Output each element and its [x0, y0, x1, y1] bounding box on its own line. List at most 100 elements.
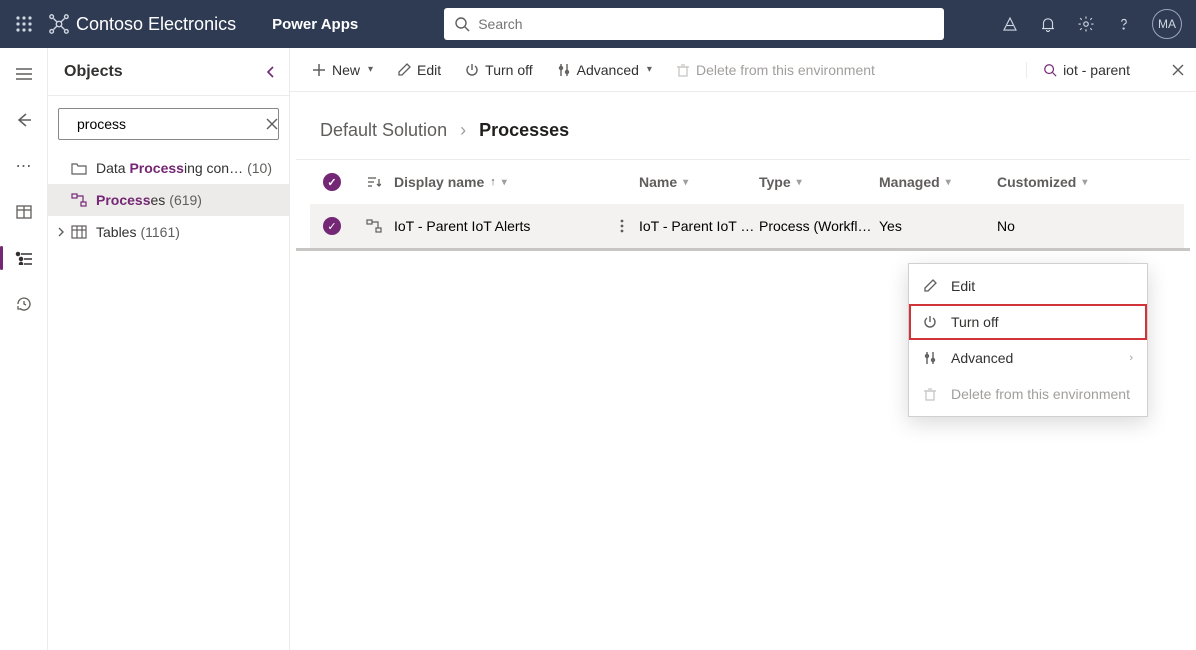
objects-tree: Data Processing con… (10) Processes (619…: [48, 152, 289, 248]
cmd-edit[interactable]: Edit: [387, 56, 451, 84]
search-icon: [1043, 63, 1057, 77]
tree-item-count: (1161): [140, 224, 179, 240]
column-name[interactable]: Name▾: [639, 174, 759, 190]
menu-edit-label: Edit: [951, 278, 975, 294]
tree-item-label: Tables: [96, 224, 136, 240]
table-header: ✓ Display name ↑ ▾ Name▾ Type▾ Managed▾: [310, 160, 1184, 204]
tree-item-data-processing[interactable]: Data Processing con… (10): [48, 152, 289, 184]
chevron-down-icon: ▾: [683, 177, 688, 188]
clear-filter-button[interactable]: [1172, 64, 1184, 76]
cell-customized: No: [997, 218, 1184, 234]
folder-icon: [70, 161, 88, 175]
waffle-button[interactable]: [8, 16, 40, 32]
chevron-down-icon: ▾: [502, 177, 507, 188]
rail-more[interactable]: ⋯: [8, 152, 40, 180]
menu-delete-label: Delete from this environment: [951, 386, 1130, 402]
rail-hamburger[interactable]: [8, 60, 40, 88]
chevron-down-icon: ▾: [946, 177, 951, 188]
menu-icon: [15, 67, 33, 81]
global-search[interactable]: [444, 8, 944, 40]
row-context-menu: Edit Turn off Advanced › Delete from th: [908, 263, 1148, 417]
chevron-down-icon: ▾: [368, 64, 373, 75]
chevron-right-icon: ›: [460, 120, 466, 140]
trash-icon: [923, 387, 939, 401]
breadcrumb-root[interactable]: Default Solution: [320, 120, 447, 140]
objects-search[interactable]: [58, 108, 279, 140]
menu-delete: Delete from this environment: [909, 376, 1147, 412]
column-sort-button[interactable]: [354, 175, 394, 189]
cmd-delete: Delete from this environment: [666, 56, 885, 84]
table-icon: [70, 225, 88, 239]
menu-edit[interactable]: Edit: [909, 268, 1147, 304]
row-more-button[interactable]: [604, 219, 639, 233]
row-select[interactable]: ✓: [310, 217, 354, 235]
cmd-new-label: New: [332, 62, 360, 78]
row-type-icon: [354, 219, 394, 233]
main-area: New ▾ Edit Turn off Advanced ▾: [290, 48, 1196, 650]
menu-advanced-label: Advanced: [951, 350, 1013, 366]
help-button[interactable]: [1114, 14, 1134, 34]
column-display-name[interactable]: Display name ↑ ▾: [394, 174, 639, 190]
rail-back[interactable]: [8, 106, 40, 134]
waffle-icon: [16, 16, 32, 32]
bell-icon: [1039, 15, 1057, 33]
menu-turn-off-label: Turn off: [951, 314, 998, 330]
pencil-icon: [923, 279, 939, 293]
notifications-button[interactable]: [1038, 14, 1058, 34]
column-customized[interactable]: Customized▾: [997, 174, 1184, 190]
sliders-icon: [923, 351, 939, 365]
tree-item-tables[interactable]: Tables (1161): [48, 216, 289, 248]
command-bar: New ▾ Edit Turn off Advanced ▾: [290, 48, 1196, 92]
tree-item-count: (619): [169, 192, 202, 208]
select-all-button[interactable]: ✓: [310, 173, 354, 191]
rail-history[interactable]: [8, 290, 40, 318]
cmd-turn-off-label: Turn off: [485, 62, 532, 78]
org-logo-icon: [48, 13, 70, 35]
breadcrumb-current: Processes: [479, 120, 569, 140]
objects-title: Objects: [64, 63, 123, 81]
table-row[interactable]: ✓ IoT - Parent IoT Alerts IoT - Parent I…: [310, 204, 1184, 248]
chevron-left-icon: [265, 65, 277, 79]
check-circle-icon: ✓: [323, 217, 341, 235]
column-type[interactable]: Type▾: [759, 174, 879, 190]
tree-item-processes[interactable]: Processes (619): [48, 184, 289, 216]
sort-asc-icon: ↑: [490, 176, 496, 188]
cmd-new[interactable]: New ▾: [302, 56, 383, 84]
environment-button[interactable]: [1000, 14, 1020, 34]
rail-tree[interactable]: [8, 244, 40, 272]
environment-icon: [1001, 15, 1019, 33]
back-arrow-icon: [16, 112, 32, 128]
app-header: Contoso Electronics Power Apps MA: [0, 0, 1196, 48]
clear-search-button[interactable]: [266, 118, 278, 130]
menu-turn-off[interactable]: Turn off: [909, 304, 1147, 340]
cell-display-name: IoT - Parent IoT Alerts: [394, 218, 604, 234]
search-icon: [454, 16, 470, 32]
cell-name: IoT - Parent IoT …: [639, 218, 759, 234]
results-table: ✓ Display name ↑ ▾ Name▾ Type▾ Managed▾: [296, 159, 1190, 251]
objects-search-input[interactable]: [77, 116, 258, 132]
table-icon: [16, 204, 32, 220]
tree-item-label: Data Processing con…: [96, 160, 243, 176]
global-search-input[interactable]: [478, 16, 934, 32]
sort-list-icon: [367, 175, 381, 189]
left-rail: ⋯: [0, 48, 48, 650]
chevron-down-icon: ▾: [647, 64, 652, 75]
cmd-advanced[interactable]: Advanced ▾: [547, 56, 662, 84]
process-icon: [366, 219, 382, 233]
settings-button[interactable]: [1076, 14, 1096, 34]
tree-item-label: Processes: [96, 192, 165, 208]
rail-table[interactable]: [8, 198, 40, 226]
power-icon: [923, 315, 939, 329]
breadcrumb: Default Solution › Processes: [290, 92, 1196, 159]
column-managed[interactable]: Managed▾: [879, 174, 997, 190]
account-avatar[interactable]: MA: [1152, 9, 1182, 39]
menu-advanced[interactable]: Advanced ›: [909, 340, 1147, 376]
tree-icon: [15, 251, 33, 265]
cmd-turn-off[interactable]: Turn off: [455, 56, 542, 84]
objects-header: Objects: [48, 48, 289, 96]
collapse-panel-button[interactable]: [265, 65, 277, 79]
close-icon: [266, 118, 278, 130]
chevron-down-icon: ▾: [797, 177, 802, 188]
app-name: Power Apps: [272, 16, 358, 33]
objects-panel: Objects Data Processing con… (10): [48, 48, 290, 650]
